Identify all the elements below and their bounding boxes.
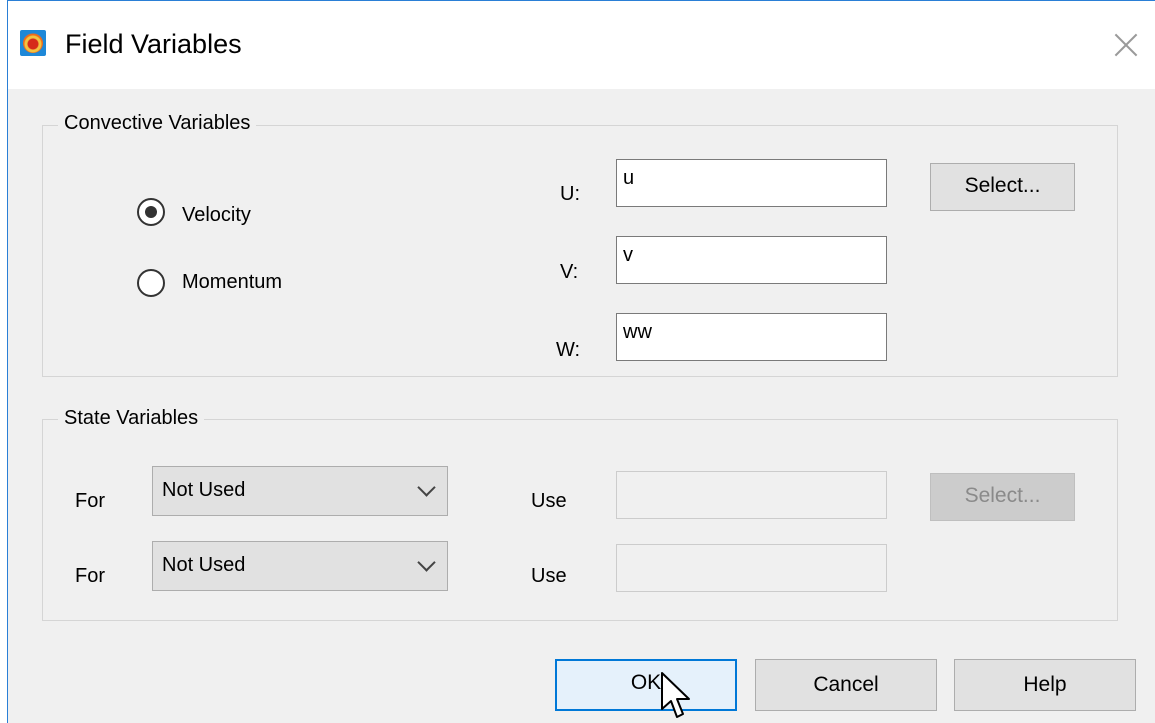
use-field-2[interactable]: [616, 544, 887, 592]
convective-select-button[interactable]: Select...: [930, 163, 1075, 211]
state-select-button[interactable]: Select...: [930, 473, 1075, 521]
chevron-down-icon: [417, 478, 436, 497]
w-label: W:: [556, 339, 581, 361]
combo-value-2: Not Used: [162, 554, 246, 576]
for-label-2: For: [75, 565, 105, 587]
app-icon: [20, 30, 46, 56]
state-variable-combo-1[interactable]: Not Used: [152, 466, 448, 516]
u-field[interactable]: u: [616, 159, 887, 207]
velocity-radio[interactable]: [137, 198, 165, 226]
state-variable-combo-2[interactable]: Not Used: [152, 541, 448, 591]
mouse-pointer-icon: [661, 672, 690, 718]
v-field[interactable]: v: [616, 236, 887, 284]
use-label-2: Use: [531, 565, 567, 587]
title-bar: Field Variables: [8, 1, 1155, 89]
use-label-1: Use: [531, 490, 567, 512]
chevron-down-icon: [417, 553, 436, 572]
state-variables-legend: State Variables: [58, 407, 205, 430]
velocity-label: Velocity: [182, 204, 251, 226]
v-label: V:: [560, 261, 579, 283]
ok-button[interactable]: OK: [555, 659, 737, 711]
combo-value-1: Not Used: [162, 479, 246, 501]
help-button[interactable]: Help: [954, 659, 1136, 711]
dialog-title: Field Variables: [65, 29, 242, 59]
field-variables-dialog: Field Variables Convective Variables Vel…: [7, 0, 1155, 723]
cancel-button[interactable]: Cancel: [755, 659, 937, 711]
momentum-radio[interactable]: [137, 269, 165, 297]
use-field-1[interactable]: [616, 471, 887, 519]
close-icon[interactable]: [1111, 30, 1141, 60]
for-label-1: For: [75, 490, 105, 512]
convective-variables-legend: Convective Variables: [58, 112, 257, 135]
momentum-label: Momentum: [182, 271, 283, 293]
u-label: U:: [560, 183, 580, 205]
w-field[interactable]: ww: [616, 313, 887, 361]
